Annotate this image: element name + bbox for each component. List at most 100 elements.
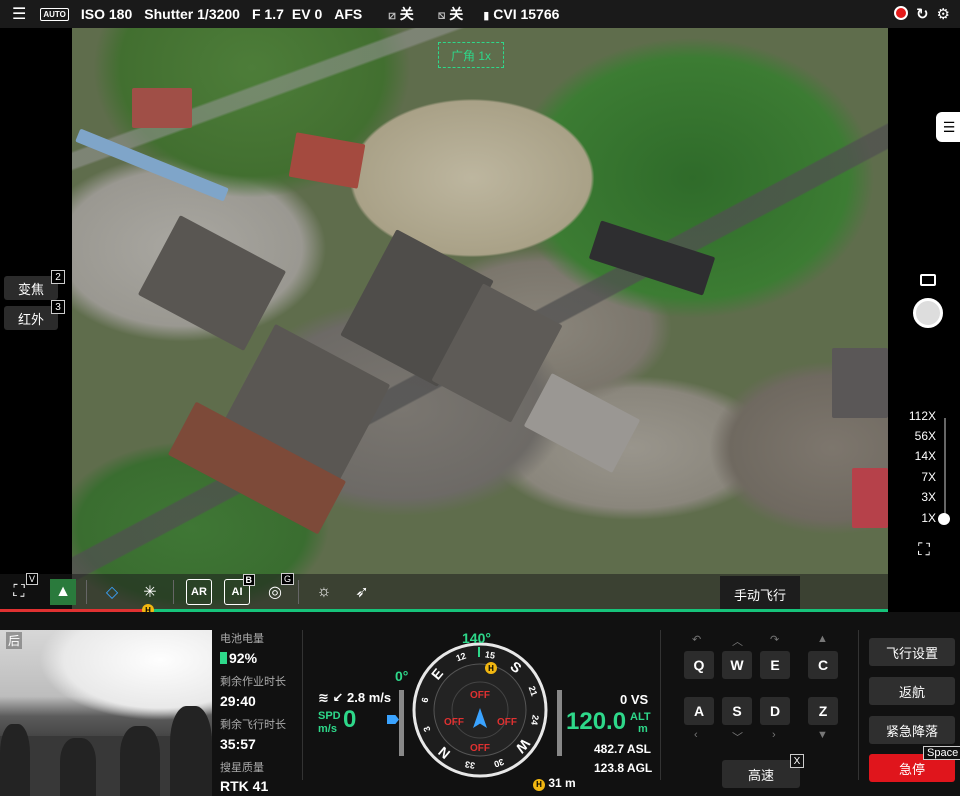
pip-tree: [170, 706, 212, 796]
return-home-button[interactable]: 返航: [869, 677, 955, 705]
descend-hint: ▼: [817, 729, 828, 741]
flight-time-label: 剩余飞行时长: [220, 719, 286, 731]
fit-frame-key: V: [25, 573, 38, 585]
wind-value: 2.8 m/s: [347, 690, 392, 705]
target-frame[interactable]: 广角 1x: [438, 42, 504, 68]
key-w[interactable]: W: [722, 651, 752, 679]
building-roof: [137, 215, 287, 351]
zoom-slider-track[interactable]: [944, 418, 946, 514]
spd-unit: m/s: [318, 723, 337, 735]
building-roof: [132, 88, 192, 128]
speed-mode-key: X: [790, 754, 804, 768]
flight-mode-tab[interactable]: 手动飞行: [720, 576, 800, 612]
pitch-scale: [399, 690, 404, 756]
compass-label: 15: [483, 649, 496, 661]
key-q[interactable]: Q: [684, 651, 714, 679]
sd-card-icon: ▮: [483, 10, 490, 22]
home-icon: H: [485, 662, 497, 674]
map-icon[interactable]: ▲: [50, 579, 76, 605]
auto-mode-badge[interactable]: AUTO: [40, 7, 69, 21]
option1[interactable]: ⧄ 关: [388, 4, 414, 24]
heading-marker: [478, 647, 480, 657]
alt-label: ALT: [630, 711, 651, 723]
obstacle-top: OFF: [470, 690, 490, 701]
ev-value: EV 0: [291, 6, 323, 22]
storage: ▮ CVI 15766: [483, 6, 559, 22]
record-icon[interactable]: [893, 6, 908, 20]
menu-icon[interactable]: ☰: [12, 4, 26, 24]
pin-icon[interactable]: ◇: [99, 579, 125, 605]
satellite-label: 搜星质量: [220, 762, 264, 774]
work-time-label: 剩余作业时长: [220, 676, 286, 688]
work-time-value: 29:40: [220, 693, 256, 709]
zoom-level[interactable]: 112X: [909, 409, 936, 423]
key-z[interactable]: Z: [808, 697, 838, 725]
satellite-value: RTK 41: [220, 778, 269, 794]
flight-settings-button[interactable]: 飞行设置: [869, 638, 955, 666]
zoom-mode-key: 2: [51, 270, 65, 284]
asl-value: 482.7 ASL: [594, 742, 651, 756]
wind-readout: ≋ ↙ 2.8 m/s: [318, 690, 391, 706]
wind-icon: ≋ ↙: [318, 690, 344, 705]
key-d[interactable]: D: [760, 697, 790, 725]
gear-icon[interactable]: ⚙: [937, 5, 950, 23]
right-hint: ›: [772, 729, 776, 741]
aperture-value: F 1.7: [251, 6, 284, 22]
up-hint: ︿: [732, 636, 743, 648]
zoom-level[interactable]: 56X: [915, 429, 936, 443]
panel-divider: [858, 630, 859, 780]
zoom-level[interactable]: 1X: [921, 511, 936, 525]
fit-frame-icon[interactable]: ⛶ V: [6, 573, 38, 605]
vs-value: 0 VS: [620, 692, 649, 707]
zoom-level[interactable]: 3X: [921, 490, 936, 504]
zoom-level[interactable]: 7X: [921, 470, 936, 484]
zoom-slider-knob[interactable]: [938, 513, 950, 525]
camera-feed[interactable]: 广角 1x: [72, 28, 888, 610]
zoom-level[interactable]: 14X: [915, 449, 936, 463]
ai-icon[interactable]: AI B: [224, 574, 255, 605]
beacon-icon[interactable]: ☼: [311, 579, 337, 605]
chat-icon[interactable]: ☰: [936, 112, 960, 142]
obstacle-right: OFF: [497, 717, 517, 728]
key-c[interactable]: C: [808, 651, 838, 679]
ascend-hint: ▲: [817, 633, 828, 645]
compass-label: 24: [529, 713, 541, 726]
panel-divider: [302, 630, 303, 780]
obstacle-bottom: OFF: [470, 743, 490, 754]
refresh-icon[interactable]: ↻: [916, 5, 929, 23]
ai-label: AI: [231, 586, 243, 598]
focus-mode: AFS: [334, 6, 363, 22]
building-roof: [523, 373, 641, 473]
toolbar-divider: [173, 580, 174, 604]
panel-divider: [660, 630, 661, 780]
alt-value: 120.0: [566, 708, 627, 735]
picture-in-picture[interactable]: [0, 630, 212, 796]
emergency-land-button[interactable]: 紧急降落: [869, 716, 955, 744]
ar-icon[interactable]: AR: [186, 579, 212, 605]
key-e[interactable]: E: [760, 651, 790, 679]
zoom-mode-button[interactable]: 变焦: [4, 276, 58, 300]
shutter-button[interactable]: [913, 298, 943, 328]
ar-label: AR: [191, 586, 207, 598]
key-a[interactable]: A: [684, 697, 714, 725]
toolbar-divider: [298, 580, 299, 604]
screen-switch-icon[interactable]: ⛶: [918, 540, 930, 560]
home-distance: H 31 m: [533, 776, 576, 791]
zoom-mode-label: 变焦: [17, 281, 44, 297]
ir-mode-button[interactable]: 红外: [4, 306, 58, 330]
battery-label: 电池电量: [220, 633, 264, 645]
target-label: 广角 1x: [450, 48, 491, 63]
option2[interactable]: ⧅ 关: [438, 4, 464, 24]
building-roof: [75, 128, 229, 202]
pitch-value: 0°: [395, 668, 409, 684]
building-roof: [288, 132, 366, 189]
target-lock-icon[interactable]: ◎ G: [262, 573, 294, 605]
speed-mode-button[interactable]: 高速: [722, 760, 800, 788]
ir-mode-label: 红外: [17, 311, 44, 327]
photo-mode-icon[interactable]: [920, 274, 936, 286]
key-s[interactable]: S: [722, 697, 752, 725]
light-icon[interactable]: ✳: [137, 579, 163, 605]
alt-scale: [557, 690, 562, 756]
navigate-icon[interactable]: ➶: [349, 579, 375, 605]
left-panel: 变焦 2 红外 3: [0, 28, 72, 610]
